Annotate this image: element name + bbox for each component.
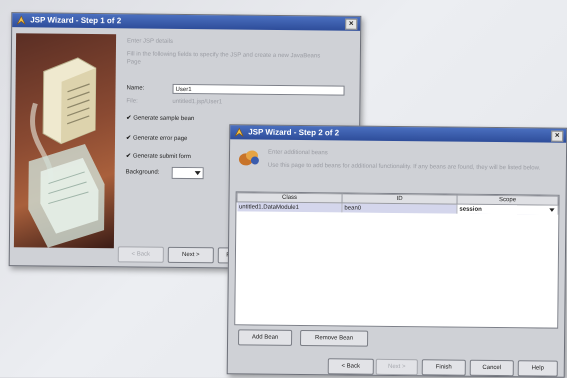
add-bean-button[interactable]: Add Bean: [238, 329, 293, 346]
step2-back-button[interactable]: < Back: [327, 358, 374, 375]
close-icon[interactable]: ×: [345, 18, 358, 30]
remove-bean-button[interactable]: Remove Bean: [299, 329, 369, 347]
cell-scope[interactable]: session: [456, 204, 558, 215]
step1-heading: Enter JSP details: [127, 38, 173, 45]
wizard-icon: [16, 15, 26, 25]
generate-sample-bean-checkbox[interactable]: ✔ Generate sample bean: [126, 114, 194, 122]
step2-description: Use this page to add beans for additiona…: [267, 162, 541, 172]
step2-title: JSP Wizard - Step 2 of 2: [248, 127, 340, 138]
step1-title: JSP Wizard - Step 1 of 2: [30, 15, 122, 26]
finish-button[interactable]: Finish: [421, 359, 466, 376]
help-button[interactable]: Help: [517, 360, 558, 377]
file-label: File:: [126, 98, 138, 105]
close-icon[interactable]: ×: [551, 130, 564, 142]
checkbox-label: Generate sample bean: [133, 115, 195, 123]
file-path: untitled1.jsp/User1: [172, 98, 223, 106]
step1-titlebar[interactable]: JSP Wizard - Step 1 of 2 ×: [12, 13, 361, 31]
generate-error-page-checkbox[interactable]: ✔ Generate error page: [126, 134, 187, 142]
background-label: Background:: [125, 169, 160, 176]
table-row[interactable]: untitled1.DataModule1 bean0 session: [236, 201, 558, 215]
name-label: Name:: [126, 85, 145, 92]
beans-table: Class ID Scope untitled1.DataModule1 bea…: [234, 191, 560, 329]
name-field[interactable]: User1: [172, 83, 345, 96]
generate-submit-form-checkbox[interactable]: ✔ Generate submit form: [126, 152, 191, 160]
chevron-down-icon[interactable]: [548, 207, 555, 214]
step1-description: Fill in the following fields to specify …: [126, 51, 321, 66]
step2-next-button[interactable]: Next >: [375, 358, 418, 376]
step1-next-button[interactable]: Next >: [167, 246, 214, 264]
step2-heading: Enter additional beans: [267, 149, 328, 157]
jsp-wizard-step2-window: JSP Wizard - Step 2 of 2 × Enter additio…: [226, 124, 567, 378]
chevron-down-icon: [194, 171, 201, 176]
step1-back-button[interactable]: < Back: [117, 246, 164, 263]
cell-id[interactable]: bean0: [341, 202, 457, 214]
cancel-button[interactable]: Cancel: [469, 359, 514, 377]
checkbox-label: Generate error page: [132, 135, 188, 143]
wizard-icon: [234, 127, 244, 137]
cell-class[interactable]: untitled1.DataModule1: [236, 201, 343, 213]
scope-value: session: [459, 206, 482, 213]
document-stack-illustration: [28, 57, 105, 248]
beans-icon: [238, 150, 259, 166]
wizard-illustration: [13, 33, 117, 249]
step2-titlebar[interactable]: JSP Wizard - Step 2 of 2 ×: [230, 125, 567, 143]
background-color-picker[interactable]: [171, 166, 204, 180]
checkbox-label: Generate submit form: [132, 153, 191, 161]
